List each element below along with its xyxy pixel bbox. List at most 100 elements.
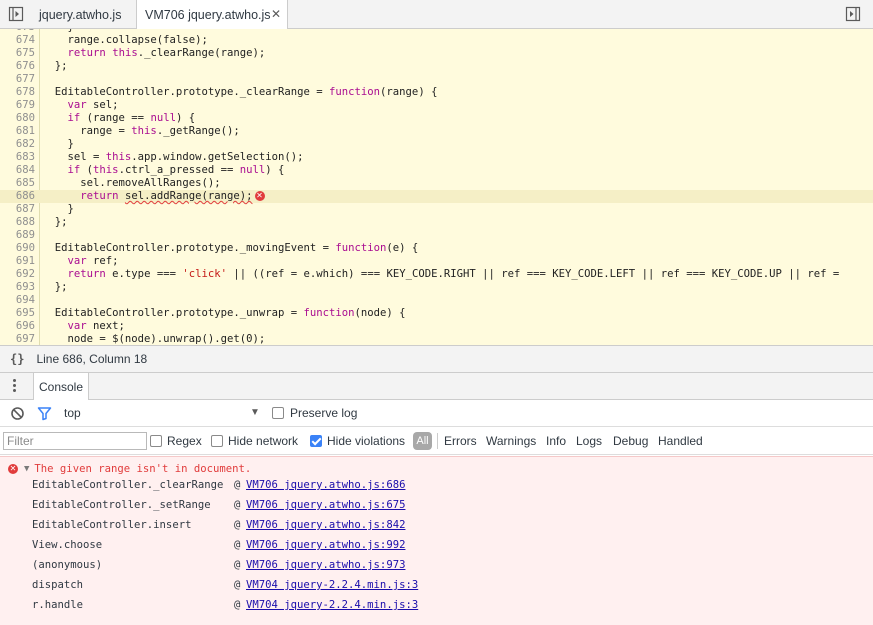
code-line[interactable]: 692 return e.type === 'click' || ((ref =… <box>0 268 873 281</box>
level-handled[interactable]: Handled <box>658 434 703 448</box>
level-debug[interactable]: Debug <box>613 434 648 448</box>
line-number[interactable]: 674 <box>0 34 35 47</box>
tab-label: VM706 jquery.atwho.js <box>145 8 271 22</box>
line-number[interactable]: 687 <box>0 203 35 216</box>
line-number[interactable]: 677 <box>0 73 35 86</box>
divider <box>437 433 438 449</box>
line-number[interactable]: 690 <box>0 242 35 255</box>
line-number[interactable]: 692 <box>0 268 35 281</box>
code-line[interactable]: 675 return this._clearRange(range); <box>0 47 873 60</box>
toggle-debugger-icon[interactable] <box>845 6 861 22</box>
hide-violations-label: Hide violations <box>327 434 406 448</box>
hide-network-checkbox[interactable] <box>211 435 223 447</box>
filter-input[interactable] <box>3 432 147 450</box>
code-line[interactable]: 685 sel.removeAllRanges(); <box>0 177 873 190</box>
regex-option[interactable]: Regex <box>150 434 202 448</box>
tab-console[interactable]: Console <box>33 373 89 400</box>
line-number[interactable]: 688 <box>0 216 35 229</box>
line-number[interactable]: 681 <box>0 125 35 138</box>
code-text: EditableController.prototype._movingEven… <box>42 242 419 254</box>
line-number[interactable]: 684 <box>0 164 35 177</box>
code-line[interactable]: 691 var ref; <box>0 255 873 268</box>
code-line[interactable]: 677 <box>0 73 873 86</box>
line-number[interactable]: 679 <box>0 99 35 112</box>
line-number[interactable]: 675 <box>0 47 35 60</box>
filter-icon[interactable] <box>37 406 52 421</box>
code-editor[interactable]: 673 }674 range.collapse(false);675 retur… <box>0 29 873 345</box>
regex-checkbox[interactable] <box>150 435 162 447</box>
code-line[interactable]: 676 }; <box>0 60 873 73</box>
stack-frame-link[interactable]: VM706 jquery.atwho.js:675 <box>246 498 405 512</box>
level-errors[interactable]: Errors <box>444 434 477 448</box>
code-line[interactable]: 694 <box>0 294 873 307</box>
line-number[interactable]: 691 <box>0 255 35 268</box>
level-info[interactable]: Info <box>546 434 566 448</box>
stack-frame-link[interactable]: VM706 jquery.atwho.js:973 <box>246 558 405 572</box>
tab-jquery-atwho[interactable]: jquery.atwho.js <box>36 0 134 29</box>
line-number[interactable]: 696 <box>0 320 35 333</box>
stack-frame-link[interactable]: VM706 jquery.atwho.js:992 <box>246 538 405 552</box>
line-number[interactable]: 678 <box>0 86 35 99</box>
hide-violations-option[interactable]: Hide violations <box>310 434 405 448</box>
code-line[interactable]: 686 return sel.addRange(range); ✕ <box>0 190 873 203</box>
line-number[interactable]: 695 <box>0 307 35 320</box>
hide-network-option[interactable]: Hide network <box>211 434 298 448</box>
line-number[interactable]: 689 <box>0 229 35 242</box>
error-marker-icon[interactable]: ✕ <box>254 191 265 201</box>
tab-vm706-jquery-atwho[interactable]: VM706 jquery.atwho.js ✕ <box>136 0 288 30</box>
code-line[interactable]: 687 } <box>0 203 873 216</box>
code-line[interactable]: 693 }; <box>0 281 873 294</box>
line-number[interactable]: 697 <box>0 333 35 345</box>
tab-label: jquery.atwho.js <box>39 7 122 22</box>
code-line[interactable]: 690 EditableController.prototype._moving… <box>0 242 873 255</box>
level-all-button[interactable]: All <box>413 432 432 450</box>
line-number[interactable]: 693 <box>0 281 35 294</box>
code-line[interactable]: 682 } <box>0 138 873 151</box>
code-line[interactable]: 695 EditableController.prototype._unwrap… <box>0 307 873 320</box>
code-line[interactable]: 680 if (range == null) { <box>0 112 873 125</box>
code-line[interactable]: 681 range = this._getRange(); <box>0 125 873 138</box>
line-number[interactable]: 682 <box>0 138 35 151</box>
dropdown-arrow-icon[interactable]: ▼ <box>250 407 260 418</box>
pretty-print-button[interactable]: {} <box>10 352 24 366</box>
line-number[interactable]: 685 <box>0 177 35 190</box>
code-line[interactable]: 674 range.collapse(false); <box>0 34 873 47</box>
close-icon[interactable]: ✕ <box>271 8 281 20</box>
code-line[interactable]: 697 node = $(node).unwrap().get(0); <box>0 333 873 345</box>
expand-triangle-icon[interactable]: ▼ <box>24 464 29 474</box>
stack-frame-function: dispatch <box>32 579 84 591</box>
level-warnings[interactable]: Warnings <box>486 434 536 448</box>
code-line[interactable]: 678 EditableController.prototype._clearR… <box>0 86 873 99</box>
error-message[interactable]: ✕ ▼ The given range isn't in document. <box>8 462 251 476</box>
line-number[interactable]: 680 <box>0 112 35 125</box>
stack-frame-link[interactable]: VM706 jquery.atwho.js:686 <box>246 478 405 492</box>
line-number[interactable]: 683 <box>0 151 35 164</box>
code-line[interactable]: 689 <box>0 229 873 242</box>
more-tools-icon[interactable] <box>13 379 17 395</box>
preserve-log-checkbox[interactable] <box>272 407 284 419</box>
code-line[interactable]: 684 if (this.ctrl_a_pressed == null) { <box>0 164 873 177</box>
code-text: sel = this.app.window.getSelection(); <box>42 151 304 163</box>
editor-tab-bar: jquery.atwho.js VM706 jquery.atwho.js ✕ <box>0 0 873 30</box>
code-text: node = $(node).unwrap().get(0); <box>42 333 266 345</box>
line-number[interactable]: 686 <box>0 190 35 203</box>
code-line[interactable]: 679 var sel; <box>0 99 873 112</box>
context-selector[interactable]: top <box>64 406 81 420</box>
toggle-navigator-icon[interactable] <box>8 6 24 22</box>
stack-frame-link[interactable]: VM704 jquery-2.2.4.min.js:3 <box>246 578 418 592</box>
stack-frame-link[interactable]: VM706 jquery.atwho.js:842 <box>246 518 405 532</box>
code-text: sel.removeAllRanges(); <box>42 177 221 189</box>
code-text: EditableController.prototype._unwrap = f… <box>42 307 406 319</box>
code-line[interactable]: 683 sel = this.app.window.getSelection()… <box>0 151 873 164</box>
line-number[interactable]: 694 <box>0 294 35 307</box>
preserve-log-option[interactable]: Preserve log <box>272 406 357 420</box>
hide-violations-checkbox[interactable] <box>310 435 322 447</box>
stack-frame-link[interactable]: VM704 jquery-2.2.4.min.js:3 <box>246 598 418 612</box>
code-line[interactable]: 696 var next; <box>0 320 873 333</box>
code-line[interactable]: 688 }; <box>0 216 873 229</box>
clear-console-icon[interactable] <box>10 406 25 421</box>
tab-console-label: Console <box>38 379 84 394</box>
level-logs[interactable]: Logs <box>576 434 602 448</box>
error-icon: ✕ <box>8 464 18 474</box>
line-number[interactable]: 676 <box>0 60 35 73</box>
